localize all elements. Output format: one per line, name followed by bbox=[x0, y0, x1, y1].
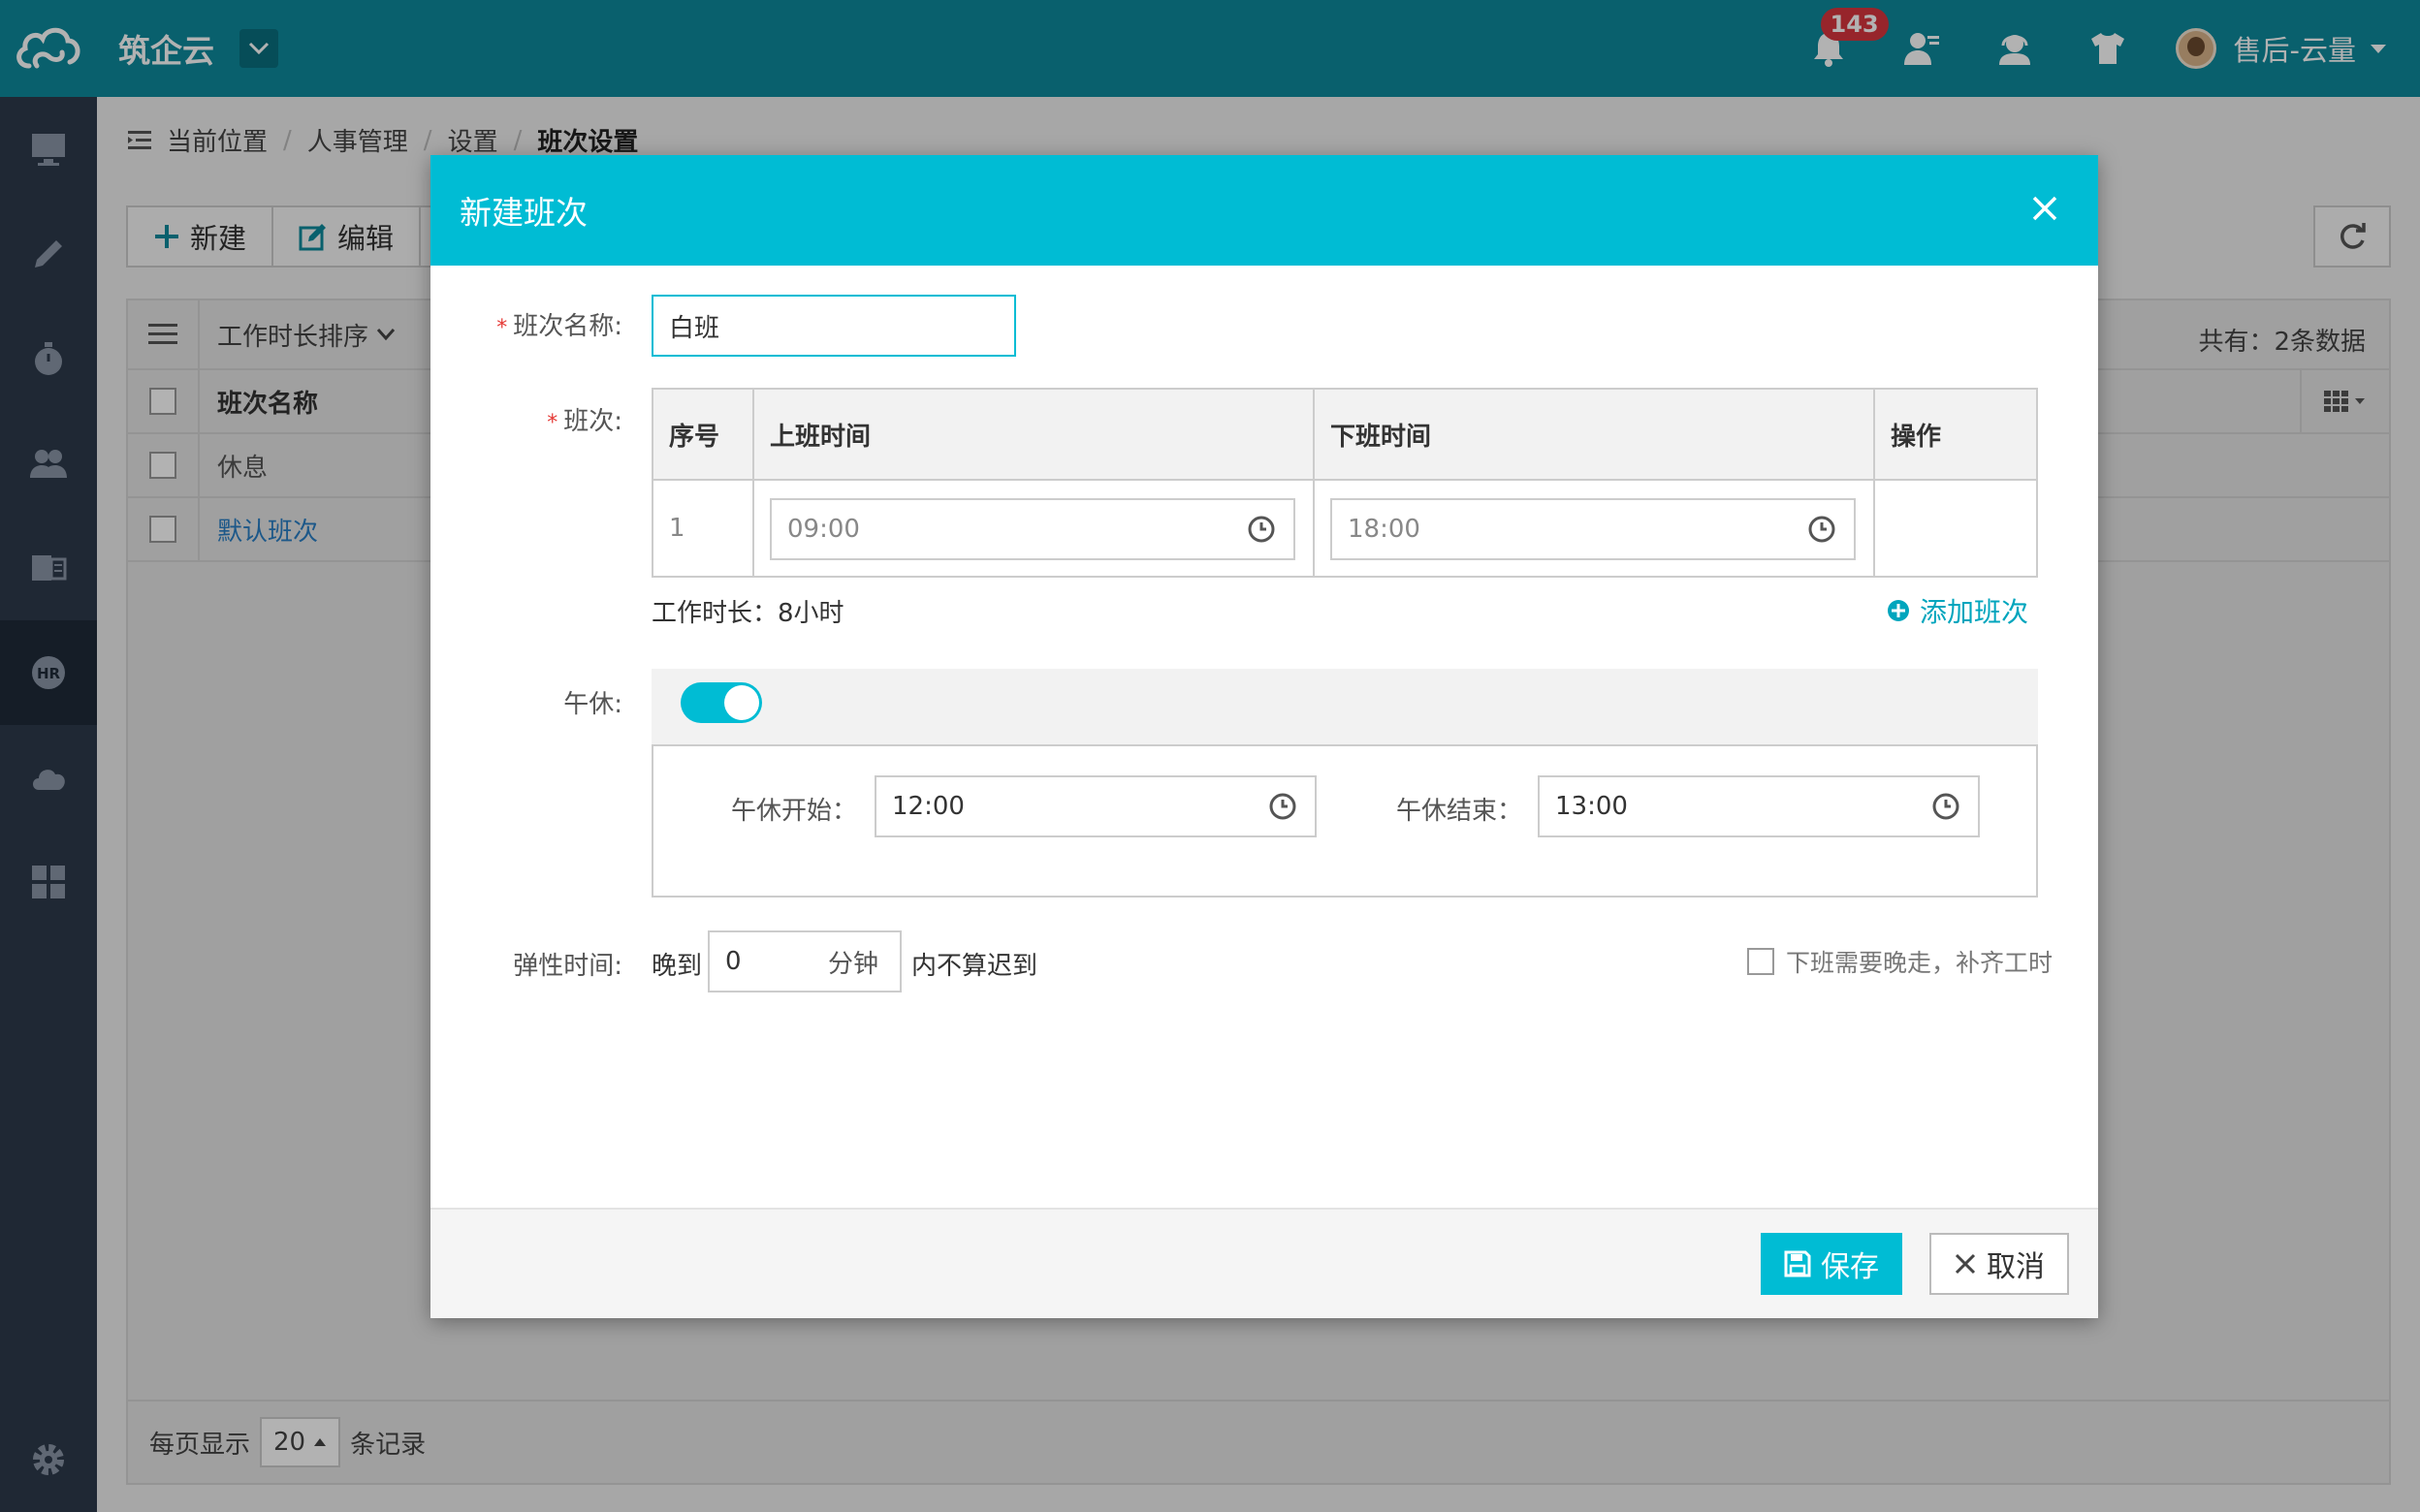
save-button[interactable]: 保存 bbox=[1761, 1233, 1902, 1295]
lunch-toggle-bar bbox=[652, 669, 2038, 744]
close-button[interactable] bbox=[2030, 194, 2059, 223]
clock-icon bbox=[1269, 793, 1296, 820]
flex-time-label: 弹性时间: bbox=[513, 952, 622, 981]
dialog-title: 新建班次 bbox=[460, 194, 588, 232]
dialog-header: 新建班次 bbox=[430, 155, 2098, 266]
lunch-time-box: 午休开始： 12:00 午休结束： 13:00 bbox=[652, 744, 2038, 898]
lunch-start-input[interactable]: 12:00 bbox=[875, 775, 1317, 837]
header-start-time: 上班时间 bbox=[754, 390, 1315, 481]
lunch-end-label: 午休结束： bbox=[1395, 797, 1522, 826]
header-actions: 操作 bbox=[1875, 390, 2036, 481]
shift-name-label: * 班次名称: bbox=[496, 312, 622, 341]
clock-icon bbox=[1808, 516, 1835, 543]
lunch-label: 午休: bbox=[563, 690, 622, 719]
makeup-hours-checkbox[interactable] bbox=[1747, 948, 1774, 975]
dialog-body: * 班次名称: 白班 * 班次: 序号 上班时间 下班时间 操作 1 09:00 1… bbox=[430, 266, 2098, 1169]
plus-circle-icon bbox=[1888, 600, 1909, 621]
header-index: 序号 bbox=[653, 390, 754, 481]
new-shift-dialog: 新建班次 * 班次名称: 白班 * 班次: 序号 上班时间 下班时间 操作 1 09… bbox=[430, 155, 2098, 1318]
close-icon bbox=[1955, 1253, 1976, 1275]
end-time-input[interactable]: 18:00 bbox=[1330, 498, 1856, 560]
start-time-input[interactable]: 09:00 bbox=[770, 498, 1295, 560]
lunch-toggle-switch[interactable] bbox=[681, 682, 762, 723]
row-index: 1 bbox=[669, 514, 685, 543]
flex-unit: 分钟 bbox=[827, 949, 878, 979]
flex-minutes-input[interactable]: 0 分钟 bbox=[708, 930, 902, 992]
floppy-disk-icon bbox=[1784, 1250, 1811, 1277]
work-duration: 工作时长：8小时 bbox=[652, 599, 844, 628]
clock-icon bbox=[1248, 516, 1275, 543]
flex-suffix: 内不算迟到 bbox=[911, 952, 1038, 981]
cancel-button[interactable]: 取消 bbox=[1929, 1233, 2069, 1295]
shift-name-input[interactable]: 白班 bbox=[652, 295, 1016, 357]
clock-icon bbox=[1932, 793, 1959, 820]
toggle-knob bbox=[724, 685, 759, 720]
shift-label: * 班次: bbox=[547, 407, 622, 436]
add-shift-link[interactable]: 添加班次 bbox=[1887, 591, 2028, 630]
flex-prefix: 晚到 bbox=[652, 952, 703, 981]
shift-time-table: 序号 上班时间 下班时间 操作 1 09:00 18:00 bbox=[652, 388, 2038, 578]
makeup-hours-option[interactable]: 下班需要晚走，补齐工时 bbox=[1747, 944, 2053, 979]
close-icon bbox=[2032, 196, 2057, 221]
header-end-time: 下班时间 bbox=[1315, 390, 1875, 481]
lunch-end-input[interactable]: 13:00 bbox=[1538, 775, 1980, 837]
lunch-start-label: 午休开始： bbox=[730, 797, 857, 826]
